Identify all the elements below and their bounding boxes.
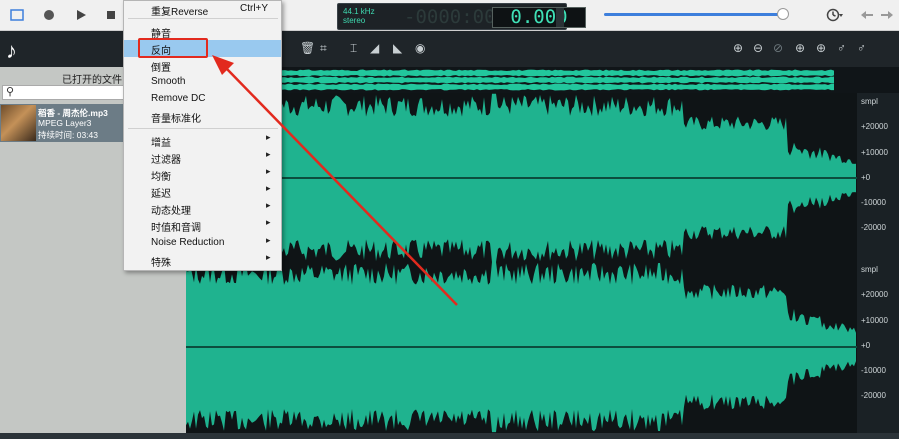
ruler-tick: +10000	[861, 316, 888, 325]
menu-item-equalizer[interactable]: 均衡 ▸	[124, 166, 281, 183]
overview-svg	[282, 69, 834, 91]
ruler-unit-top: smpl	[861, 97, 878, 106]
volume-slider[interactable]	[604, 13, 784, 16]
submenu-arrow-icon: ▸	[266, 252, 271, 262]
menu-item-gain[interactable]: 增益 ▸	[124, 132, 281, 149]
back-icon[interactable]	[858, 6, 876, 24]
highlight-box	[138, 38, 208, 58]
menu-item-special[interactable]: 特殊 ▸	[124, 252, 281, 269]
time-display: 44.1 kHz stereo -0000:00:00 0.000	[337, 3, 586, 30]
view-toggle-icon[interactable]	[8, 6, 26, 24]
menu-item-repeat-reverse[interactable]: 重复Reverse Ctrl+Y	[124, 1, 281, 18]
menu-item-filter[interactable]: 过滤器 ▸	[124, 149, 281, 166]
channels-label: stereo	[343, 16, 366, 25]
search-icon: ⚲	[6, 86, 15, 98]
ruler-tick: +20000	[861, 122, 888, 131]
file-format: MPEG Layer3	[38, 118, 92, 128]
trim-icon[interactable]: ⌶	[350, 41, 357, 56]
ruler-tick: -20000	[861, 391, 886, 400]
submenu-arrow-icon: ▸	[266, 149, 271, 159]
waveform-overview[interactable]	[186, 67, 899, 93]
waveform-area[interactable]	[186, 93, 857, 433]
forward-icon[interactable]	[878, 6, 896, 24]
zoom-out-icon[interactable]: ⊖	[753, 41, 763, 55]
normalize-icon[interactable]: ◉	[415, 41, 425, 55]
fade-out-icon[interactable]: ◣	[393, 41, 402, 55]
file-duration: 持续时间: 03:43	[38, 130, 98, 140]
ruler-unit-bottom: smpl	[861, 265, 878, 274]
ruler-tick: -10000	[861, 198, 886, 207]
menu-item-time-pitch[interactable]: 时值和音调 ▸	[124, 217, 281, 234]
menu-item-dynamics[interactable]: 动态处理 ▸	[124, 200, 281, 217]
zoom-selection-icon[interactable]: ⊕	[795, 41, 805, 55]
shortcut-label: Ctrl+Y	[240, 3, 269, 14]
history-icon[interactable]	[826, 6, 844, 24]
crop-icon[interactable]: ⌗	[320, 41, 327, 56]
fade-in-icon[interactable]: ◢	[370, 41, 379, 55]
menu-item-normalize[interactable]: 音量标准化	[124, 108, 281, 125]
play-icon[interactable]	[72, 6, 90, 24]
waveform-svg	[186, 93, 857, 433]
sample-rate-label: 44.1 kHz	[343, 7, 375, 16]
zoom-fit-icon[interactable]: ⊘	[773, 41, 783, 55]
menu-separator	[128, 128, 278, 129]
menu-separator	[128, 18, 278, 19]
overview-track	[282, 69, 834, 77]
menu-item-remove-dc[interactable]: Remove DC	[124, 91, 281, 108]
submenu-arrow-icon: ▸	[266, 183, 271, 193]
menu-item-delay[interactable]: 延迟 ▸	[124, 183, 281, 200]
ruler-tick: +0	[861, 173, 871, 182]
volume-slider-handle[interactable]	[777, 8, 789, 20]
ruler-tick: +20000	[861, 290, 888, 299]
ruler-tick: -10000	[861, 366, 886, 375]
timeline-bar[interactable]	[0, 433, 899, 439]
amplitude-ruler	[857, 93, 899, 433]
zoom-vertical-in-icon[interactable]: ♂	[837, 41, 846, 55]
audio-editor-window: 44.1 kHz stereo -0000:00:00 0.000 ♪ 已打开的…	[0, 0, 899, 439]
zoom-vertical-out-icon[interactable]: ♂	[857, 41, 866, 55]
overview-track	[282, 76, 834, 84]
display-mode-toggle[interactable]	[556, 8, 564, 27]
delete-icon[interactable]: 🗑	[300, 41, 315, 55]
music-note-icon: ♪	[6, 38, 17, 63]
album-thumbnail	[1, 105, 36, 141]
file-panel-title: 已打开的文件	[62, 75, 122, 86]
submenu-arrow-icon: ▸	[266, 235, 271, 245]
zoom-in-icon[interactable]: ⊕	[733, 41, 743, 55]
menu-item-smooth[interactable]: Smooth	[124, 74, 281, 91]
submenu-arrow-icon: ▸	[266, 217, 271, 227]
editor-toolbar	[186, 31, 899, 67]
ruler-tick: -20000	[861, 223, 886, 232]
ruler-tick: +0	[861, 341, 871, 350]
stop-icon[interactable]	[102, 6, 120, 24]
menu-item-reverse[interactable]: 倒置	[124, 57, 281, 74]
ruler-tick: +10000	[861, 148, 888, 157]
submenu-arrow-icon: ▸	[266, 200, 271, 210]
submenu-arrow-icon: ▸	[266, 132, 271, 142]
zoom-full-icon[interactable]: ⊕	[816, 41, 826, 55]
overview-track	[282, 83, 834, 91]
menu-item-noise-reduction[interactable]: Noise Reduction ▸	[124, 235, 281, 252]
time-readout: 0.000	[492, 7, 586, 28]
submenu-arrow-icon: ▸	[266, 166, 271, 176]
record-icon[interactable]	[40, 6, 58, 24]
